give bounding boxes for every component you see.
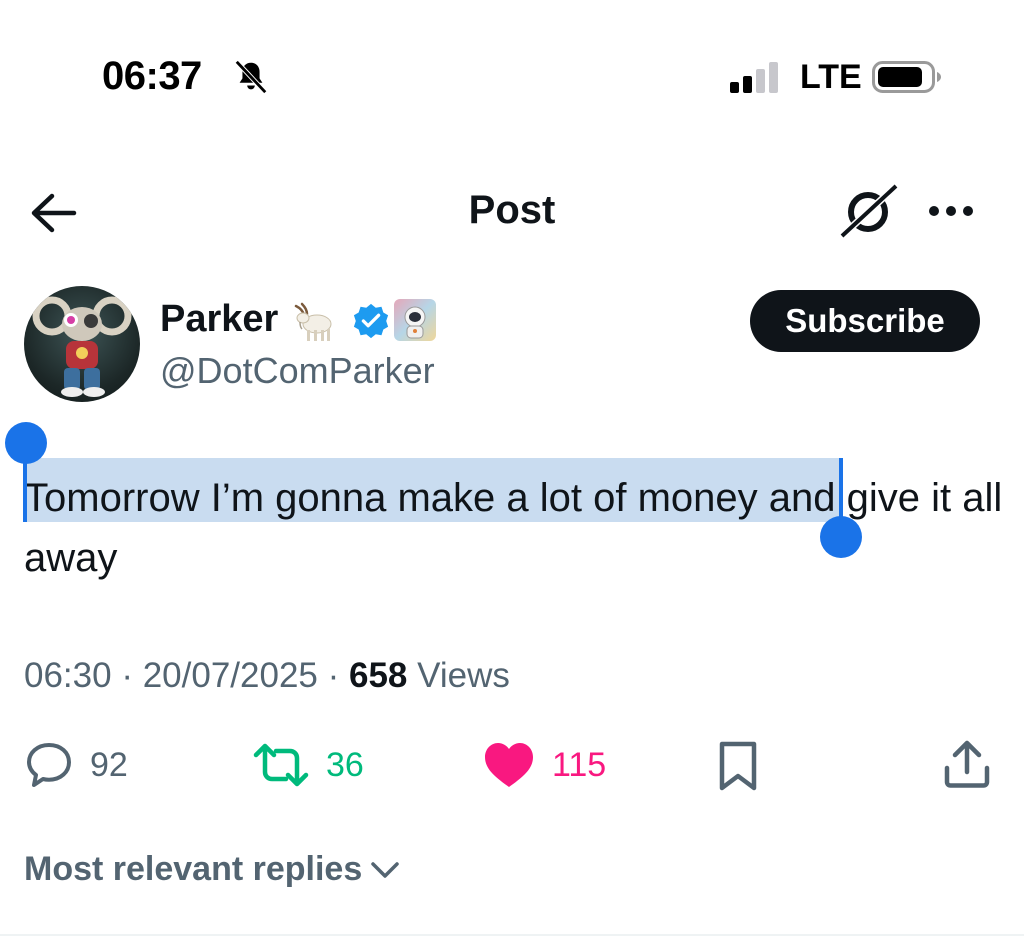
post-date: 20/07/2025	[142, 656, 318, 695]
like-button[interactable]: 115	[482, 740, 606, 790]
like-count: 115	[552, 745, 607, 784]
goat-character-image	[32, 296, 132, 397]
author-name[interactable]: Parker	[160, 298, 278, 341]
replies-sort-dropdown[interactable]: Most relevant replies	[24, 850, 400, 889]
affiliate-badge[interactable]	[394, 299, 436, 341]
bookmark-button[interactable]	[716, 740, 760, 792]
bell-slash-icon	[235, 60, 267, 94]
signal-icon	[730, 62, 778, 93]
heart-icon	[485, 743, 533, 787]
battery-icon	[872, 61, 941, 93]
grok-icon[interactable]	[838, 182, 900, 240]
network-label: LTE	[800, 58, 862, 96]
views-label: Views	[407, 656, 510, 695]
status-time: 06:37	[102, 54, 202, 98]
post-time: 06:30	[24, 656, 112, 695]
repost-count: 36	[326, 745, 364, 784]
bookmark-icon	[719, 741, 757, 791]
reply-icon	[27, 743, 71, 787]
meta-separator: ·	[317, 656, 349, 695]
repost-icon	[253, 743, 309, 787]
post-text[interactable]: Tomorrow I’m gonna make a lot of money a…	[24, 468, 1014, 588]
astronaut-icon	[404, 306, 426, 339]
meta-separator: ·	[111, 656, 143, 695]
goat-emoji-icon	[294, 302, 332, 341]
selection-start-handle[interactable]	[5, 422, 47, 464]
verified-icon	[353, 303, 389, 339]
avatar[interactable]	[24, 286, 140, 402]
chevron-down-icon	[371, 861, 399, 878]
selection-end-line	[839, 458, 843, 522]
subscribe-button[interactable]: Subscribe	[750, 290, 980, 352]
replies-sort-label: Most relevant replies	[24, 850, 363, 888]
reply-button[interactable]: 92	[24, 740, 128, 790]
post-meta: 06:30 · 20/07/2025 · 658 Views	[24, 656, 510, 696]
selection-start-line	[23, 458, 27, 522]
repost-button[interactable]: 36	[252, 740, 364, 790]
reply-count: 92	[90, 745, 128, 784]
author-handle[interactable]: @DotComParker	[160, 350, 435, 392]
share-icon	[944, 740, 990, 788]
views-count[interactable]: 658	[349, 656, 407, 695]
more-icon[interactable]	[926, 202, 976, 220]
selection-end-handle[interactable]	[820, 516, 862, 558]
share-button[interactable]	[942, 738, 992, 790]
